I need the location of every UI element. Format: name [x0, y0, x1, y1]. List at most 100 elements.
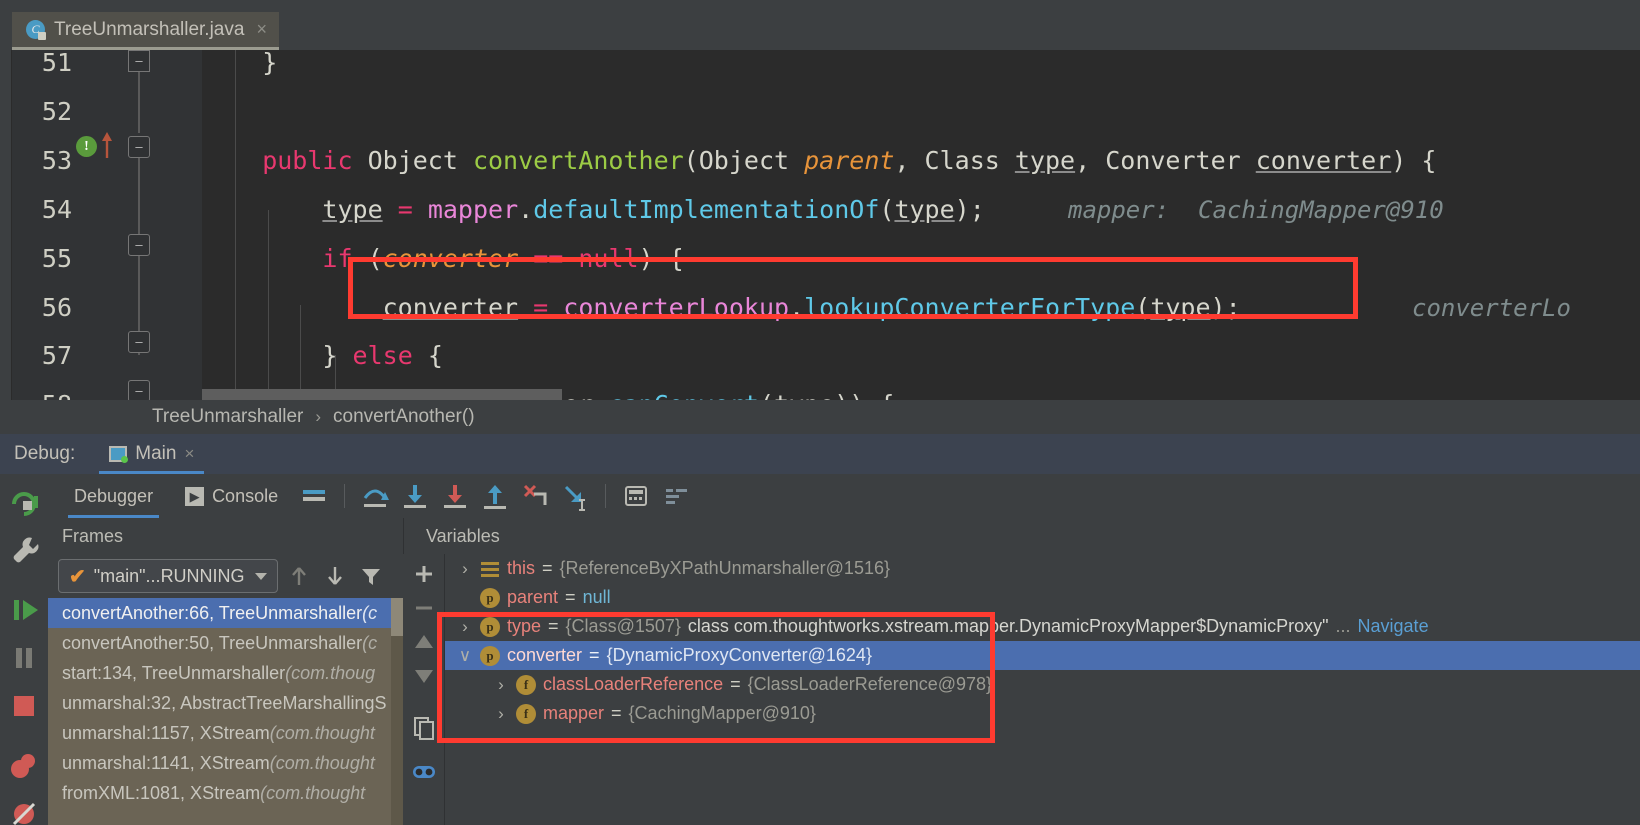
equals-sign: =: [611, 703, 622, 723]
line-number: 54: [41, 195, 72, 224]
variable-row-classloaderreference[interactable]: › f classLoaderReference = {ClassLoaderR…: [445, 670, 1640, 699]
layout-settings-icon[interactable]: [296, 478, 332, 514]
frame-row[interactable]: convertAnother:50, TreeUnmarshaller (c: [48, 628, 403, 658]
breadcrumb-class[interactable]: TreeUnmarshaller: [152, 406, 303, 428]
code-lines: 51 } 52 53 public Object convertAnother(…: [0, 50, 1640, 400]
editor-tab-bar: C TreeUnmarshaller.java ×: [0, 12, 1640, 50]
frames-panel-title: Frames: [48, 518, 403, 554]
toolbar-divider: [605, 484, 607, 508]
close-icon[interactable]: ×: [184, 444, 194, 464]
line-code: } else {: [322, 341, 443, 370]
variable-row-mapper[interactable]: › f mapper = {CachingMapper@910}: [445, 699, 1640, 728]
frames-list[interactable]: convertAnother:66, TreeUnmarshaller (c c…: [48, 598, 403, 825]
frame-row[interactable]: unmarshal:1157, XStream (com.thought: [48, 718, 403, 748]
parameter-badge-icon: p: [480, 645, 500, 666]
line-number: 51: [41, 50, 72, 77]
inspect-icon[interactable]: [407, 756, 441, 788]
settings-list-icon[interactable]: [658, 478, 694, 514]
editor-tab-treeunmarshaller[interactable]: C TreeUnmarshaller.java ×: [12, 12, 279, 50]
tab-console[interactable]: ▶ Console: [171, 474, 292, 518]
rerun-icon[interactable]: [2, 480, 46, 524]
scrollbar-thumb[interactable]: [391, 598, 403, 636]
move-down-icon[interactable]: [407, 660, 441, 692]
variable-row-this[interactable]: › this = {ReferenceByXPathUnmarshaller@1…: [445, 554, 1640, 583]
pause-program-icon[interactable]: [2, 636, 46, 680]
force-step-into-icon[interactable]: [437, 478, 473, 514]
frame-row[interactable]: start:134, TreeUnmarshaller (com.thoug: [48, 658, 403, 688]
resume-program-icon[interactable]: [2, 588, 46, 632]
variable-name: type: [507, 616, 542, 636]
remove-watch-icon[interactable]: [407, 592, 441, 624]
tab-debugger-label: Debugger: [74, 485, 154, 506]
code-line-54: 54 type = mapper.defaultImplementationOf…: [0, 185, 1640, 234]
variable-value: {CachingMapper@910}: [628, 703, 816, 723]
navigate-link[interactable]: Navigate: [1358, 616, 1429, 637]
variable-value: {Class@1507}: [565, 616, 681, 636]
frame-row[interactable]: unmarshal:1141, XStream (com.thought: [48, 748, 403, 778]
field-badge-icon: f: [516, 674, 536, 695]
frames-toolbar[interactable]: ✔ "main"...RUNNING: [48, 554, 403, 598]
view-breakpoints-icon[interactable]: [2, 744, 46, 788]
variable-value: {ClassLoaderReference@978}: [747, 674, 993, 694]
debug-session-tab-main[interactable]: Main ×: [99, 434, 205, 474]
value-ellipsis: ...: [1335, 616, 1351, 636]
chevron-right-icon[interactable]: ›: [493, 704, 509, 724]
move-up-icon[interactable]: [407, 626, 441, 658]
arrow-up-icon[interactable]: [284, 561, 314, 591]
frame-package: (com.thought: [269, 722, 375, 743]
breadcrumb-method[interactable]: convertAnother(): [333, 406, 475, 428]
code-line-52: 52: [0, 87, 1640, 136]
arrow-down-icon[interactable]: [320, 561, 350, 591]
code-editor[interactable]: – – – – – ! 51 } 52 53 public Object con…: [0, 50, 1640, 400]
variable-row-type[interactable]: › p type = {Class@1507} class com.though…: [445, 612, 1640, 641]
thread-selector[interactable]: ✔ "main"...RUNNING: [58, 559, 278, 593]
debug-side-toolbar[interactable]: [0, 474, 48, 825]
chevron-right-icon: ›: [315, 407, 322, 426]
line-code: public Object convertAnother(Object pare…: [202, 146, 1437, 175]
inline-debug-hint-56: converterLo: [1412, 293, 1571, 322]
chevron-right-icon[interactable]: ›: [457, 559, 473, 579]
variables-gutter-toolbar[interactable]: [403, 554, 445, 825]
variables-list[interactable]: › this = {ReferenceByXPathUnmarshaller@1…: [445, 554, 1640, 825]
frame-row[interactable]: fromXML:1081, XStream (com.thought: [48, 778, 403, 808]
frames-scrollbar[interactable]: [391, 598, 403, 825]
copy-value-icon[interactable]: [407, 712, 441, 744]
frame-label: start:134, TreeUnmarshaller: [62, 662, 286, 683]
drop-frame-icon[interactable]: [517, 478, 553, 514]
editor-horizontal-scrollbar[interactable]: [202, 389, 562, 400]
close-icon[interactable]: ×: [256, 19, 267, 40]
variables-panel-title: Variables: [403, 518, 1640, 554]
equals-sign: =: [730, 674, 741, 694]
frame-package: (c: [362, 632, 378, 653]
chevron-right-icon[interactable]: ›: [457, 617, 473, 637]
debugger-toolbar[interactable]: Debugger ▶ Console: [48, 474, 1640, 518]
code-line-55: 55 if (converter == null) {: [0, 234, 1640, 283]
mute-breakpoints-icon[interactable]: [2, 792, 46, 825]
toolbar-divider: [344, 484, 346, 508]
code-line-51: 51 }: [0, 50, 1640, 87]
variable-row-converter[interactable]: ∨ p converter = {DynamicProxyConverter@1…: [445, 641, 1640, 670]
settings-wrench-icon[interactable]: [2, 528, 46, 572]
frame-row[interactable]: unmarshal:32, AbstractTreeMarshallingS: [48, 688, 403, 718]
chevron-down-icon[interactable]: ∨: [457, 646, 473, 666]
frame-row[interactable]: convertAnother:66, TreeUnmarshaller (c: [48, 598, 403, 628]
field-badge-icon: f: [516, 703, 536, 724]
chevron-right-icon[interactable]: ›: [493, 675, 509, 695]
line-number: 58: [12, 390, 72, 400]
tab-debugger[interactable]: Debugger: [60, 474, 167, 518]
stop-icon[interactable]: [2, 684, 46, 728]
variable-value: null: [582, 587, 611, 607]
filter-icon[interactable]: [356, 561, 386, 591]
step-over-icon[interactable]: [357, 478, 393, 514]
run-to-cursor-icon[interactable]: [557, 478, 593, 514]
chevron-down-icon[interactable]: [254, 572, 267, 580]
breadcrumb[interactable]: TreeUnmarshaller › convertAnother(): [0, 400, 1640, 434]
step-into-icon[interactable]: [397, 478, 433, 514]
step-out-icon[interactable]: [477, 478, 513, 514]
variable-name: mapper: [543, 703, 605, 723]
variable-row-parent[interactable]: p parent = null: [445, 583, 1640, 612]
add-watch-icon[interactable]: [407, 558, 441, 590]
line-number: 57: [41, 341, 72, 370]
evaluate-expression-icon[interactable]: [618, 478, 654, 514]
line-code: converter = converterLookup.lookupConver…: [382, 293, 1241, 322]
